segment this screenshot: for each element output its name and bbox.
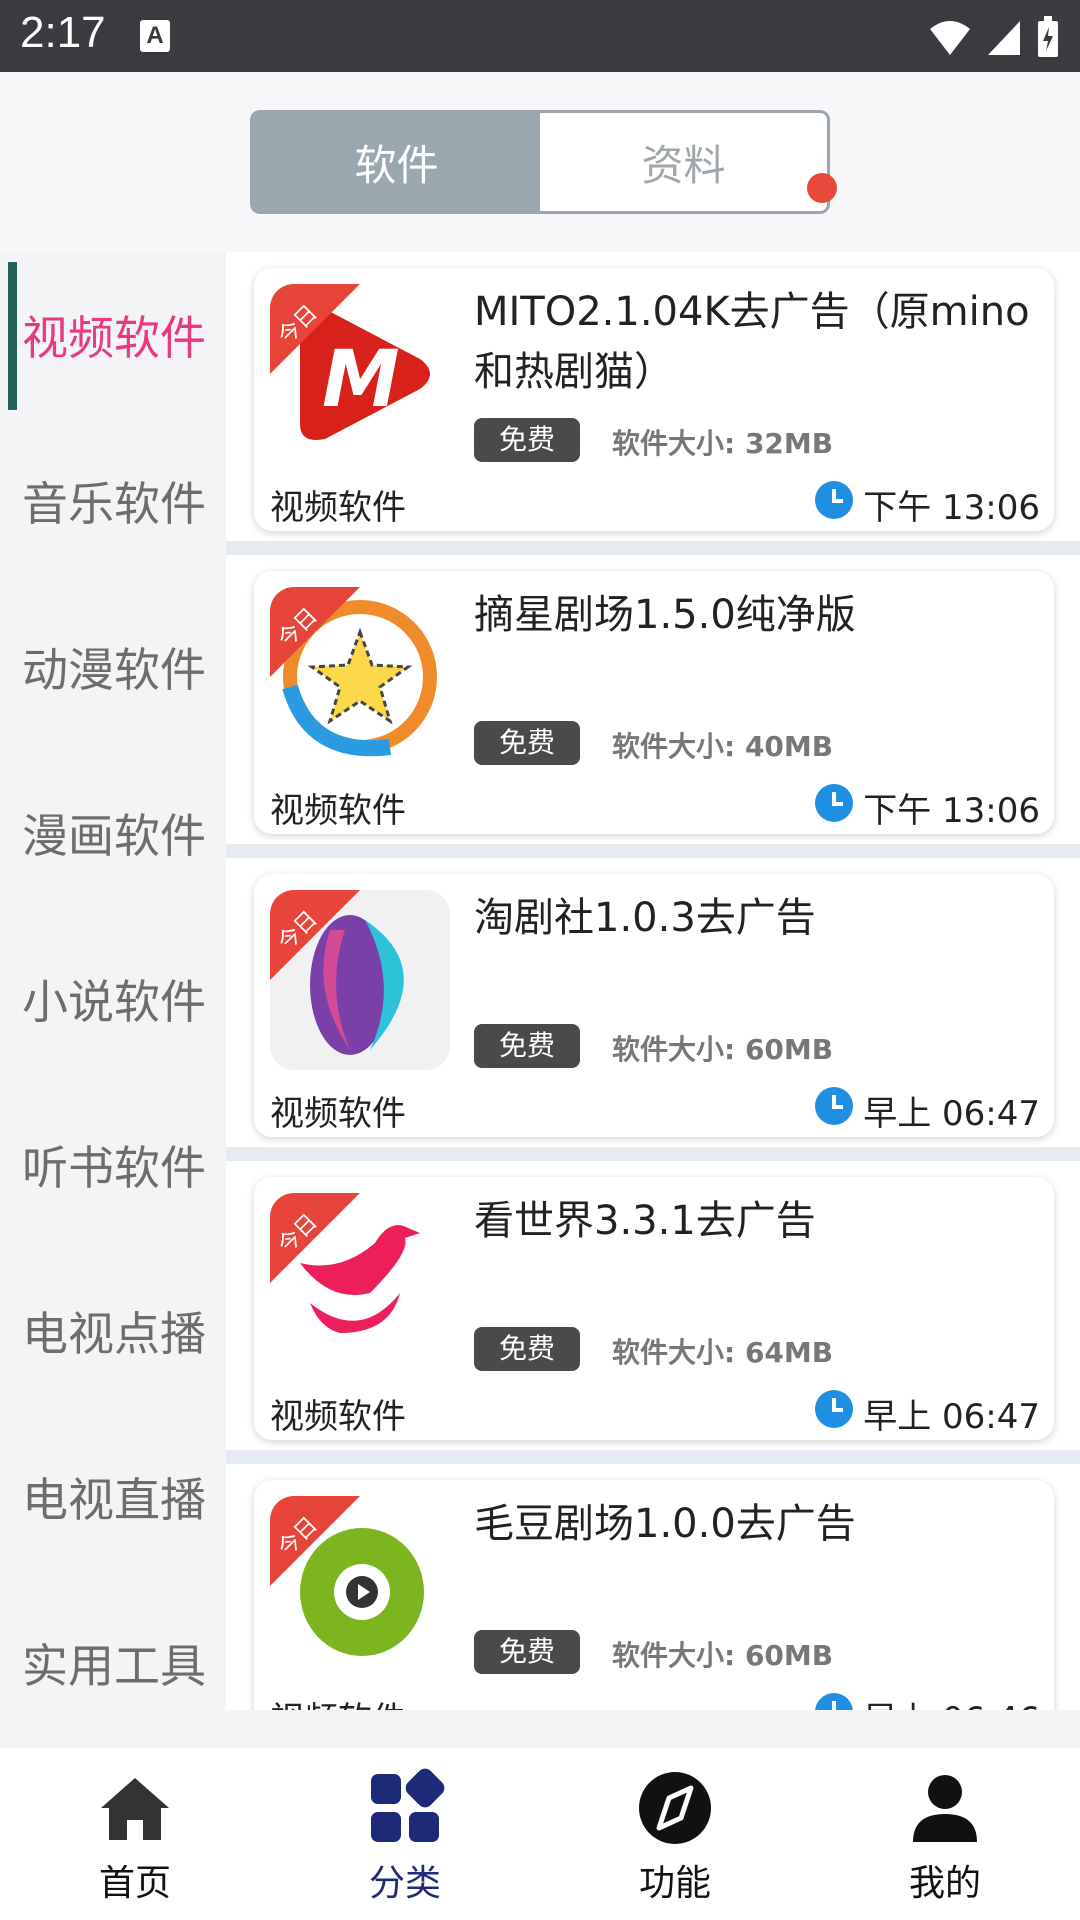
nav-category[interactable]: 分类 — [270, 1748, 540, 1920]
category-tv-live[interactable]: 电视直播 — [0, 1414, 226, 1580]
compass-icon — [639, 1772, 711, 1844]
star-app-icon: 今日 — [270, 587, 450, 767]
app-size: 软件大小: 64MB — [612, 1336, 834, 1369]
app-category: 视频软件 — [270, 1692, 406, 1710]
app-category: 视频软件 — [270, 488, 406, 528]
home-icon — [101, 1778, 169, 1840]
category-novel[interactable]: 小说软件 — [0, 916, 226, 1082]
nav-home[interactable]: 首页 — [0, 1748, 270, 1920]
svg-text:M: M — [322, 335, 400, 425]
category-icon — [371, 1768, 445, 1842]
top-tab-bar: 软件 资料 — [0, 72, 1080, 252]
nav-profile-label: 我的 — [908, 1863, 981, 1904]
app-size: 软件大小: 32MB — [612, 427, 834, 460]
person-icon — [913, 1775, 977, 1842]
clock-icon — [815, 481, 853, 519]
free-badge: 免费 — [474, 418, 580, 462]
notification-dot — [807, 173, 837, 203]
category-anime[interactable]: 动漫软件 — [0, 584, 226, 750]
notification-a-icon: A — [140, 20, 170, 52]
free-badge: 免费 — [474, 1327, 580, 1371]
status-time: 2:17 — [20, 8, 106, 57]
app-card[interactable]: 今日 淘剧社1.0.3去广告 免费 软件大小: 60MB 视频软件 早上 06:… — [254, 874, 1054, 1137]
free-badge: 免费 — [474, 1024, 580, 1068]
category-audiobook[interactable]: 听书软件 — [0, 1082, 226, 1248]
app-size: 软件大小: 40MB — [612, 730, 834, 763]
category-sidebar: 视频软件 音乐软件 动漫软件 漫画软件 小说软件 听书软件 电视点播 电视直播 … — [0, 252, 226, 1710]
nav-features[interactable]: 功能 — [540, 1748, 810, 1920]
app-time: 早上 06:47 — [863, 1094, 1040, 1134]
nav-category-label: 分类 — [368, 1863, 441, 1904]
app-category: 视频软件 — [270, 791, 406, 831]
category-tools[interactable]: 实用工具 — [0, 1580, 226, 1710]
signal-icon — [988, 21, 1020, 55]
bottom-nav: 首页 分类 功能 我的 — [0, 1748, 1080, 1920]
free-badge: 免费 — [474, 1630, 580, 1674]
taoju-app-icon: 今日 — [270, 890, 450, 1070]
app-time: 早上 06:47 — [863, 1397, 1040, 1437]
app-time: 下午 13:06 — [863, 488, 1040, 528]
app-category: 视频软件 — [270, 1094, 406, 1134]
segmented-control: 软件 资料 — [250, 110, 830, 214]
free-badge: 免费 — [474, 721, 580, 765]
app-title: 看世界3.3.1去广告 — [474, 1198, 816, 1244]
nav-home-label: 首页 — [98, 1863, 171, 1904]
app-size: 软件大小: 60MB — [612, 1033, 834, 1066]
category-tv-vod[interactable]: 电视点播 — [0, 1248, 226, 1414]
wifi-icon — [930, 21, 970, 55]
status-icons — [928, 14, 1060, 60]
app-category: 视频软件 — [270, 1397, 406, 1437]
clock-icon — [815, 784, 853, 822]
app-card[interactable]: 今日 摘星剧场1.5.0纯净版 免费 软件大小: 40MB 视频软件 下午 13… — [254, 571, 1054, 834]
status-bar: 2:17 A — [0, 0, 1080, 72]
app-title: 摘星剧场1.5.0纯净版 — [474, 592, 856, 638]
bird-app-icon: 今日 — [270, 1193, 450, 1373]
app-title: MITO2.1.04K去广告（原mino和热剧猫） — [474, 289, 1030, 395]
category-video[interactable]: 视频软件 — [0, 252, 226, 418]
app-time: 下午 13:06 — [863, 791, 1040, 831]
mito-app-icon: M 今日 — [270, 284, 450, 464]
category-comic[interactable]: 漫画软件 — [0, 750, 226, 916]
category-music[interactable]: 音乐软件 — [0, 418, 226, 584]
tab-software[interactable]: 软件 — [253, 113, 540, 211]
nav-features-label: 功能 — [638, 1863, 711, 1904]
app-title: 毛豆剧场1.0.0去广告 — [474, 1501, 856, 1547]
app-size: 软件大小: 60MB — [612, 1639, 834, 1672]
tab-materials[interactable]: 资料 — [540, 113, 827, 211]
clock-icon — [815, 1693, 853, 1710]
app-time: 早上 06:46 — [863, 1692, 1040, 1710]
battery-icon — [1038, 16, 1058, 57]
app-list: M 今日 MITO2.1.04K去广告（原mino和热剧猫） 免费 软件大小: … — [226, 252, 1080, 1710]
app-title: 淘剧社1.0.3去广告 — [474, 895, 816, 941]
app-card[interactable]: M 今日 MITO2.1.04K去广告（原mino和热剧猫） 免费 软件大小: … — [254, 268, 1054, 531]
nav-profile[interactable]: 我的 — [810, 1748, 1080, 1920]
app-card[interactable]: 今日 毛豆剧场1.0.0去广告 免费 软件大小: 60MB 视频软件 早上 06… — [254, 1480, 1054, 1710]
maodou-app-icon: 今日 — [270, 1496, 450, 1676]
app-card[interactable]: 今日 看世界3.3.1去广告 免费 软件大小: 64MB 视频软件 早上 06:… — [254, 1177, 1054, 1440]
clock-icon — [815, 1390, 853, 1428]
clock-icon — [815, 1087, 853, 1125]
